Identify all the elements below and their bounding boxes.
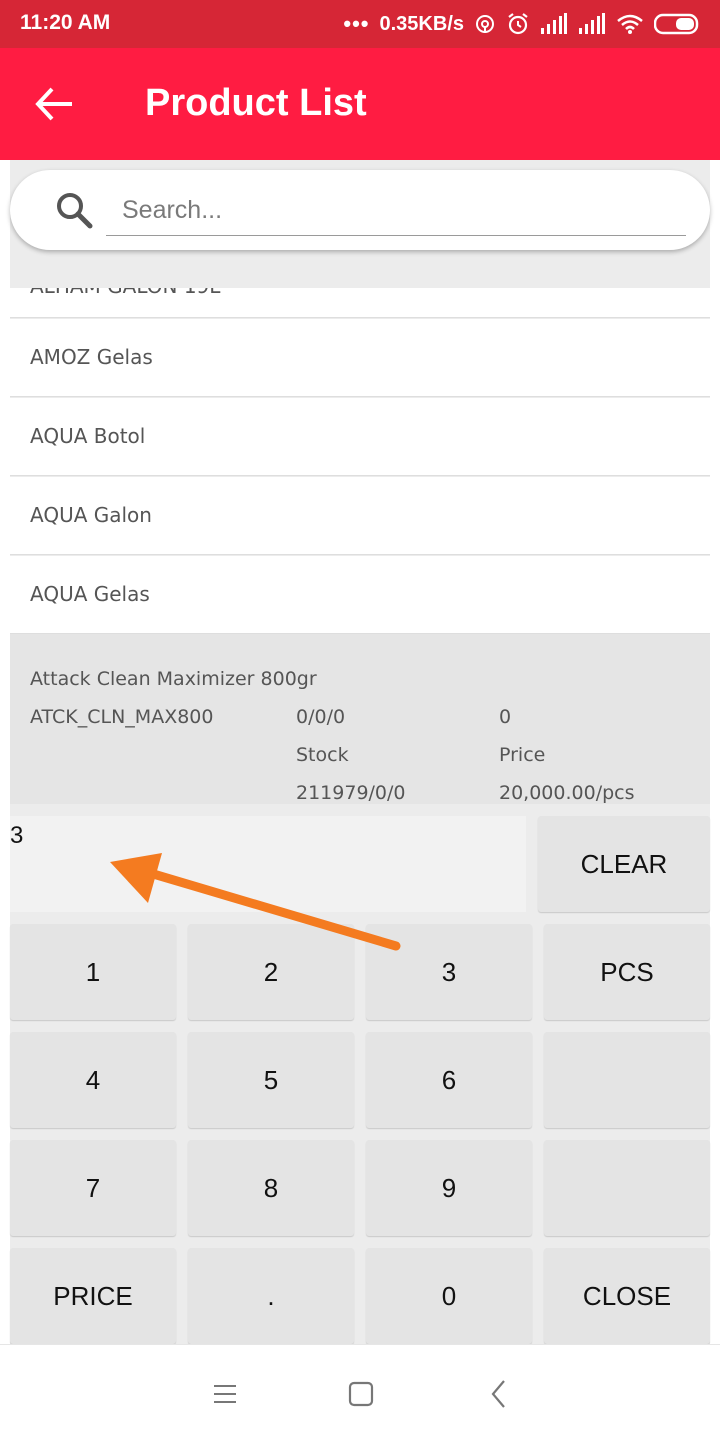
key-0-button[interactable]: 0 <box>366 1248 532 1344</box>
alarm-icon <box>508 13 528 35</box>
list-item[interactable]: AMOZ Gelas <box>10 319 710 397</box>
close-button[interactable]: CLOSE <box>544 1248 710 1344</box>
arrow-back-icon[interactable] <box>30 80 78 128</box>
content-area: ALHAM GALON 19L AMOZ Gelas AQUA Botol AQ… <box>10 160 710 1344</box>
product-name: AQUA Gelas <box>30 582 150 606</box>
menu-icon[interactable] <box>208 1377 242 1411</box>
product-code: ATCK_CLN_MAX800 <box>30 706 214 728</box>
stock-value: 211979/0/0 <box>296 782 406 804</box>
hotspot-icon <box>476 15 494 33</box>
signal-icon <box>579 13 605 34</box>
clear-button[interactable]: CLEAR <box>538 816 710 912</box>
blank-key-button[interactable] <box>544 1140 710 1236</box>
product-name: AMOZ Gelas <box>30 345 153 369</box>
selected-product-name: Attack Clean Maximizer 800gr <box>30 668 317 690</box>
selected-product-card[interactable]: Attack Clean Maximizer 800gr ATCK_CLN_MA… <box>10 634 710 804</box>
notification-dots: ••• <box>343 11 370 36</box>
search-bar <box>10 170 710 250</box>
network-speed: 0.35KB/s <box>379 12 465 35</box>
list-item[interactable]: AQUA Botol <box>10 398 710 476</box>
status-bar: 11:20 AM ••• 0.35KB/s <box>0 0 720 48</box>
key-5-button[interactable]: 5 <box>188 1032 354 1128</box>
search-icon[interactable] <box>54 190 94 230</box>
product-list: ALHAM GALON 19L AMOZ Gelas AQUA Botol AQ… <box>10 288 710 804</box>
list-item[interactable]: AQUA Gelas <box>10 556 710 634</box>
price-button[interactable]: PRICE <box>10 1248 176 1344</box>
quantity-display[interactable]: 3 <box>10 816 526 912</box>
signal-icon <box>541 13 567 34</box>
list-item[interactable]: ALHAM GALON 19L <box>10 288 710 318</box>
app-bar: Product List <box>0 48 720 160</box>
page-title: Product List <box>145 82 367 124</box>
status-right-group: ••• 0.35KB/s <box>343 10 700 38</box>
system-nav-bar <box>0 1344 720 1440</box>
blank-key-button[interactable] <box>544 1032 710 1128</box>
status-time: 11:20 AM <box>20 11 111 34</box>
pcs-button[interactable]: PCS <box>544 924 710 1020</box>
back-chevron-icon[interactable] <box>482 1377 516 1411</box>
key-6-button[interactable]: 6 <box>366 1032 532 1128</box>
key-2-button[interactable]: 2 <box>188 924 354 1020</box>
price-value: 0 <box>499 706 512 728</box>
key-1-button[interactable]: 1 <box>10 924 176 1020</box>
search-input[interactable] <box>106 186 686 236</box>
key-9-button[interactable]: 9 <box>366 1140 532 1236</box>
key-3-button[interactable]: 3 <box>366 924 532 1020</box>
product-name: AQUA Galon <box>30 503 152 527</box>
stock-label: Stock <box>296 744 349 766</box>
list-item[interactable]: AQUA Galon <box>10 477 710 555</box>
price-label: Price <box>499 744 546 766</box>
decimal-button[interactable]: . <box>188 1248 354 1344</box>
key-7-button[interactable]: 7 <box>10 1140 176 1236</box>
home-square-icon[interactable] <box>344 1377 378 1411</box>
unit-price: 20,000.00/pcs <box>499 782 635 804</box>
product-name: AQUA Botol <box>30 424 146 448</box>
wifi-icon <box>617 14 643 34</box>
qty-breakdown: 0/0/0 <box>296 706 346 728</box>
key-8-button[interactable]: 8 <box>188 1140 354 1236</box>
product-name: ALHAM GALON 19L <box>30 288 220 298</box>
key-4-button[interactable]: 4 <box>10 1032 176 1128</box>
battery-icon <box>654 13 699 35</box>
quantity-value: 3 <box>10 822 24 849</box>
